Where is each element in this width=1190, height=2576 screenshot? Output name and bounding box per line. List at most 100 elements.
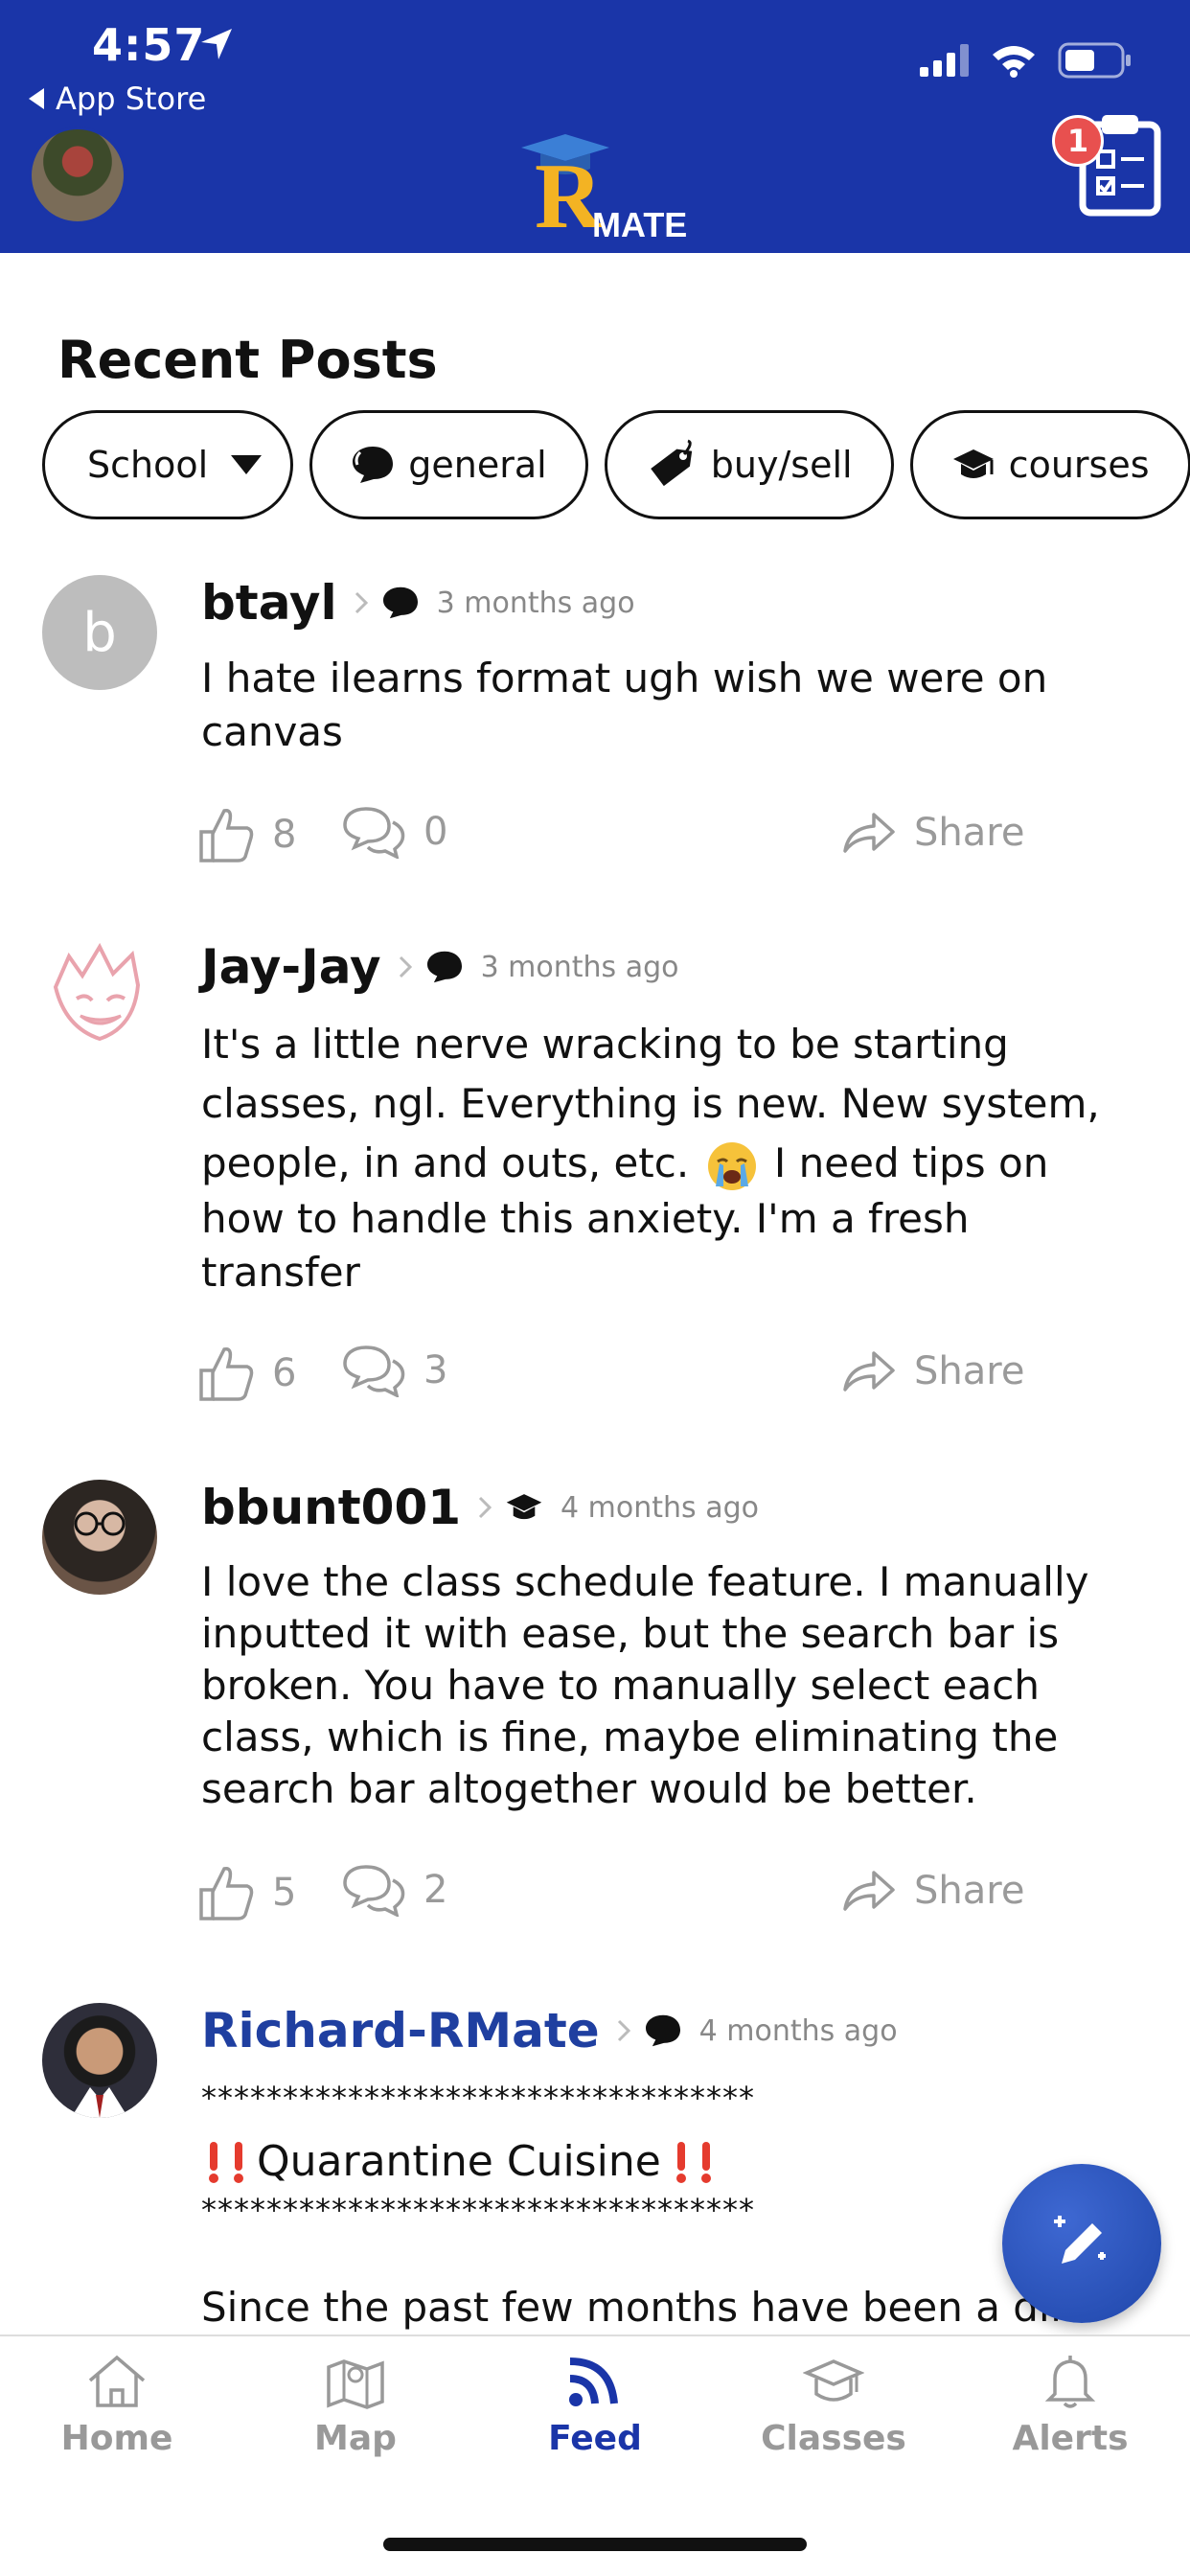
post-line: class, which is fine, maybe eliminating …: [201, 1714, 1059, 1760]
avatar[interactable]: [42, 939, 157, 1054]
post-card[interactable]: Richard-RMate 4 months ago *************…: [0, 2003, 1190, 2334]
avatar[interactable]: [42, 2003, 157, 2118]
thumbs-up-icon: [199, 1346, 254, 1401]
post-body: I hate ilearns format ugh wish we were o…: [201, 652, 1159, 759]
signal-icon: [920, 44, 969, 77]
tab-map[interactable]: Map: [260, 2354, 451, 2458]
post-header: btayl 3 months ago: [201, 575, 635, 631]
post-actions: 6 3 Share: [197, 1344, 1041, 1420]
chevron-right-icon: [478, 1496, 492, 1519]
post-text: I need tips on: [773, 1139, 1049, 1186]
share-button[interactable]: Share: [841, 1869, 1024, 1913]
profile-avatar[interactable]: [29, 126, 126, 224]
post-line: how to handle this anxiety. I'm a fresh: [201, 1194, 970, 1242]
filter-buy-sell[interactable]: buy/sell: [604, 410, 894, 519]
post-line: transfer: [201, 1248, 360, 1296]
map-icon: [327, 2359, 384, 2409]
thumbs-up-icon: [199, 1866, 254, 1920]
filter-label: School: [87, 444, 209, 486]
tab-label: Home: [60, 2419, 173, 2458]
avatar-glasses: [74, 1511, 126, 1536]
avatar-illustration: [44, 941, 155, 1052]
comment-button[interactable]: 3: [341, 1344, 447, 1397]
tab-label: Map: [314, 2419, 397, 2458]
battery-icon: [1058, 42, 1131, 79]
tab-label: Feed: [548, 2419, 642, 2458]
post-line: search bar altogether would be better.: [201, 1765, 977, 1812]
post-author[interactable]: Richard-RMate: [201, 2003, 600, 2058]
filter-chips: School general buy/sell courses: [42, 410, 1190, 519]
like-button[interactable]: 6: [197, 1344, 296, 1403]
filter-courses[interactable]: courses: [909, 410, 1190, 519]
share-label: Share: [914, 1349, 1025, 1393]
post-line: Quarantine Cuisine: [201, 2137, 1159, 2186]
filter-general[interactable]: general: [309, 410, 588, 519]
share-label: Share: [914, 1869, 1025, 1913]
home-icon: [88, 2355, 146, 2407]
post-author[interactable]: btayl: [201, 575, 337, 631]
notification-badge: 1: [1052, 115, 1104, 167]
share-button[interactable]: Share: [841, 1349, 1024, 1393]
location-arrow-icon: [201, 29, 232, 59]
avatar[interactable]: [42, 1480, 157, 1595]
post-actions: 8 0 Share: [197, 805, 1041, 882]
post-author[interactable]: bbunt001: [201, 1480, 461, 1535]
tab-home[interactable]: Home: [21, 2354, 213, 2458]
graduation-cap-icon: [506, 1494, 542, 1520]
post-time: 4 months ago: [561, 1490, 759, 1525]
comment-button[interactable]: 0: [341, 805, 447, 859]
post-text: Quarantine Cuisine: [257, 2137, 661, 2186]
like-button[interactable]: 5: [197, 1863, 296, 1922]
filter-school-dropdown[interactable]: School: [42, 410, 294, 519]
compose-post-button[interactable]: [1002, 2164, 1161, 2323]
tag-icon: [651, 439, 692, 487]
post-header: bbunt001 4 months ago: [201, 1480, 759, 1535]
tab-label: Classes: [761, 2419, 906, 2458]
post-line: I love the class schedule feature. I man…: [201, 1558, 1089, 1605]
post-header: Jay-Jay 3 months ago: [201, 939, 679, 995]
home-indicator: [383, 2538, 807, 2551]
rmate-logo: R MATE: [517, 132, 687, 247]
post-text: people, in and outs, etc.: [201, 1139, 690, 1186]
share-icon: [843, 1871, 895, 1911]
post-line: canvas: [201, 708, 343, 755]
post-line: **********************************: [201, 2080, 755, 2116]
page-title: Recent Posts: [57, 330, 438, 390]
post-line: broken. You have to manually select each: [201, 1662, 1040, 1709]
post-line: Since the past few months have been a di…: [201, 2284, 1064, 2331]
thumbs-up-icon: [199, 808, 254, 862]
comment-button[interactable]: 2: [341, 1863, 447, 1917]
chat-bubble-icon: [353, 447, 394, 483]
like-button[interactable]: 8: [197, 805, 296, 864]
avatar-letter: b: [82, 601, 117, 664]
bell-icon: [1044, 2356, 1096, 2408]
share-button[interactable]: Share: [841, 811, 1024, 855]
logo-word: MATE: [592, 205, 688, 244]
classes-icon: [803, 2359, 864, 2402]
chat-bubble-icon: [645, 2014, 680, 2047]
post-author[interactable]: Jay-Jay: [201, 939, 381, 995]
tab-classes[interactable]: Classes: [738, 2354, 929, 2458]
filter-label: general: [408, 444, 547, 486]
chat-bubble-icon: [382, 586, 418, 619]
chevron-right-icon: [355, 591, 368, 614]
app-header: 4:57 App Store R MATE 1: [0, 0, 1190, 253]
comment-icon: [343, 1346, 405, 1397]
exclamation-icon: [209, 2141, 243, 2183]
like-count: 5: [272, 1871, 297, 1915]
back-to-app-store[interactable]: App Store: [29, 80, 206, 117]
chevron-down-icon: [231, 455, 263, 474]
avatar[interactable]: b: [42, 575, 157, 690]
exclamation-icon: [675, 2141, 711, 2183]
back-label: App Store: [56, 80, 207, 117]
back-arrow-icon: [29, 88, 44, 109]
crying-face-emoji-icon: [707, 1141, 756, 1190]
post-time: 3 months ago: [480, 950, 679, 984]
share-icon: [843, 813, 895, 853]
tab-feed[interactable]: Feed: [499, 2354, 691, 2458]
avatar-suit: [71, 2087, 128, 2118]
chat-bubble-icon: [426, 951, 462, 983]
post-time: 4 months ago: [698, 2013, 898, 2048]
post-line: inputted it with ease, but the search ba…: [201, 1610, 1060, 1657]
tab-alerts[interactable]: Alerts: [974, 2354, 1166, 2458]
